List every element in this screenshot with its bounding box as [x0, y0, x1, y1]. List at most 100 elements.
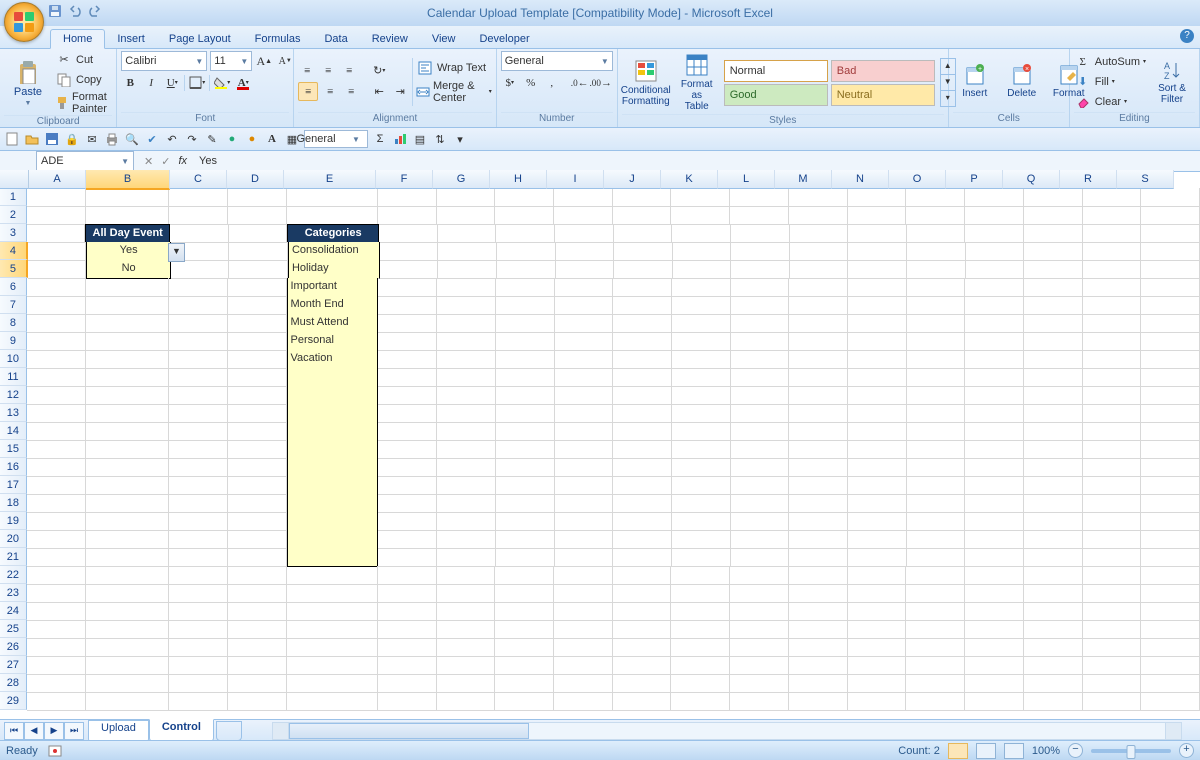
cell[interactable] [731, 314, 790, 333]
cell[interactable] [496, 512, 555, 531]
cell[interactable] [789, 620, 848, 639]
cell[interactable]: Categories [287, 224, 379, 244]
cell[interactable] [496, 494, 555, 513]
col-header-H[interactable]: H [490, 170, 547, 189]
print-icon[interactable] [104, 131, 120, 147]
cell[interactable] [672, 386, 731, 405]
cell[interactable] [378, 602, 437, 621]
cell[interactable] [169, 476, 228, 495]
cell[interactable] [965, 458, 1024, 477]
redo-icon[interactable]: ↷ [184, 131, 200, 147]
cell[interactable] [731, 224, 790, 243]
cell[interactable] [731, 368, 790, 387]
cell[interactable] [554, 584, 613, 603]
style-normal[interactable]: Normal [724, 60, 828, 82]
align-middle-icon[interactable]: ≡ [319, 62, 337, 79]
first-sheet-icon[interactable]: ⏮ [4, 722, 24, 740]
cell[interactable] [169, 548, 228, 567]
cell[interactable] [671, 566, 730, 585]
cell[interactable] [1141, 386, 1200, 405]
cell[interactable] [27, 314, 86, 333]
cell[interactable] [907, 422, 966, 441]
cell[interactable] [27, 404, 86, 423]
cell[interactable] [27, 494, 86, 513]
cell[interactable] [965, 404, 1024, 423]
cell[interactable] [848, 368, 907, 387]
cell[interactable] [378, 278, 437, 297]
cell[interactable] [555, 458, 614, 477]
cell[interactable] [438, 224, 497, 243]
cell[interactable]: Month End [287, 296, 379, 315]
style-good[interactable]: Good [724, 84, 828, 106]
preview-icon[interactable]: 🔍 [124, 131, 140, 147]
cell[interactable] [228, 332, 287, 351]
cell[interactable] [287, 404, 379, 423]
row-header[interactable]: 26 [0, 638, 27, 656]
tab-formulas[interactable]: Formulas [243, 30, 313, 48]
cell[interactable] [906, 584, 965, 603]
sort-filter-button[interactable]: AZSort & Filter [1149, 57, 1195, 107]
cell[interactable] [965, 674, 1024, 693]
open-icon[interactable] [24, 131, 40, 147]
cell[interactable] [228, 188, 287, 207]
decrease-indent-icon[interactable]: ⇤ [370, 83, 388, 100]
cell[interactable] [965, 692, 1024, 711]
cell[interactable] [437, 278, 496, 297]
cell[interactable] [789, 566, 848, 585]
cell[interactable] [27, 638, 86, 657]
cell[interactable] [671, 656, 730, 675]
cell[interactable] [731, 296, 790, 315]
font-name-combo[interactable]: Calibri▼ [121, 51, 207, 71]
cell[interactable] [965, 422, 1024, 441]
cell[interactable] [27, 368, 86, 387]
cell[interactable] [169, 350, 228, 369]
cell[interactable] [1141, 242, 1200, 261]
cell[interactable] [169, 620, 228, 639]
conditional-formatting-button[interactable]: Conditional Formatting [622, 57, 670, 109]
cell[interactable] [437, 368, 496, 387]
tab-data[interactable]: Data [312, 30, 359, 48]
cell[interactable] [848, 476, 907, 495]
cell[interactable] [613, 206, 672, 225]
cell[interactable] [228, 530, 287, 549]
cell[interactable] [169, 206, 228, 225]
cell[interactable] [1141, 512, 1200, 531]
cell[interactable] [437, 602, 496, 621]
more-icon[interactable]: ▾ [452, 131, 468, 147]
cell[interactable] [554, 206, 613, 225]
cell[interactable] [1024, 404, 1083, 423]
office-button[interactable] [4, 2, 44, 42]
italic-button[interactable]: I [142, 74, 160, 91]
cell[interactable] [497, 260, 556, 279]
cell[interactable] [906, 188, 965, 207]
cell[interactable] [965, 548, 1024, 567]
cell[interactable] [789, 350, 848, 369]
cell[interactable] [169, 440, 228, 459]
cell[interactable] [906, 566, 965, 585]
cell[interactable] [555, 332, 614, 351]
cell[interactable] [790, 224, 849, 243]
cell[interactable] [672, 440, 731, 459]
cell[interactable] [613, 368, 672, 387]
cell[interactable] [965, 476, 1024, 495]
cell[interactable] [27, 692, 86, 711]
cell[interactable] [496, 278, 555, 297]
cell[interactable] [848, 440, 907, 459]
increase-decimal-icon[interactable]: .0← [571, 74, 589, 91]
wrap-text-button[interactable]: Wrap Text [416, 60, 492, 77]
cell[interactable] [965, 188, 1024, 207]
cell[interactable] [965, 620, 1024, 639]
cell[interactable] [287, 458, 379, 477]
cell[interactable] [27, 584, 86, 603]
cut-button[interactable]: ✂Cut [55, 51, 112, 68]
cell[interactable] [437, 422, 496, 441]
cell[interactable] [169, 278, 228, 297]
cell[interactable] [672, 368, 731, 387]
cell[interactable] [672, 314, 731, 333]
cell[interactable] [848, 530, 907, 549]
cell[interactable] [27, 620, 86, 639]
align-right-icon[interactable]: ≡ [342, 83, 360, 100]
cell[interactable] [437, 530, 496, 549]
cell[interactable] [378, 332, 437, 351]
cell[interactable] [27, 476, 86, 495]
